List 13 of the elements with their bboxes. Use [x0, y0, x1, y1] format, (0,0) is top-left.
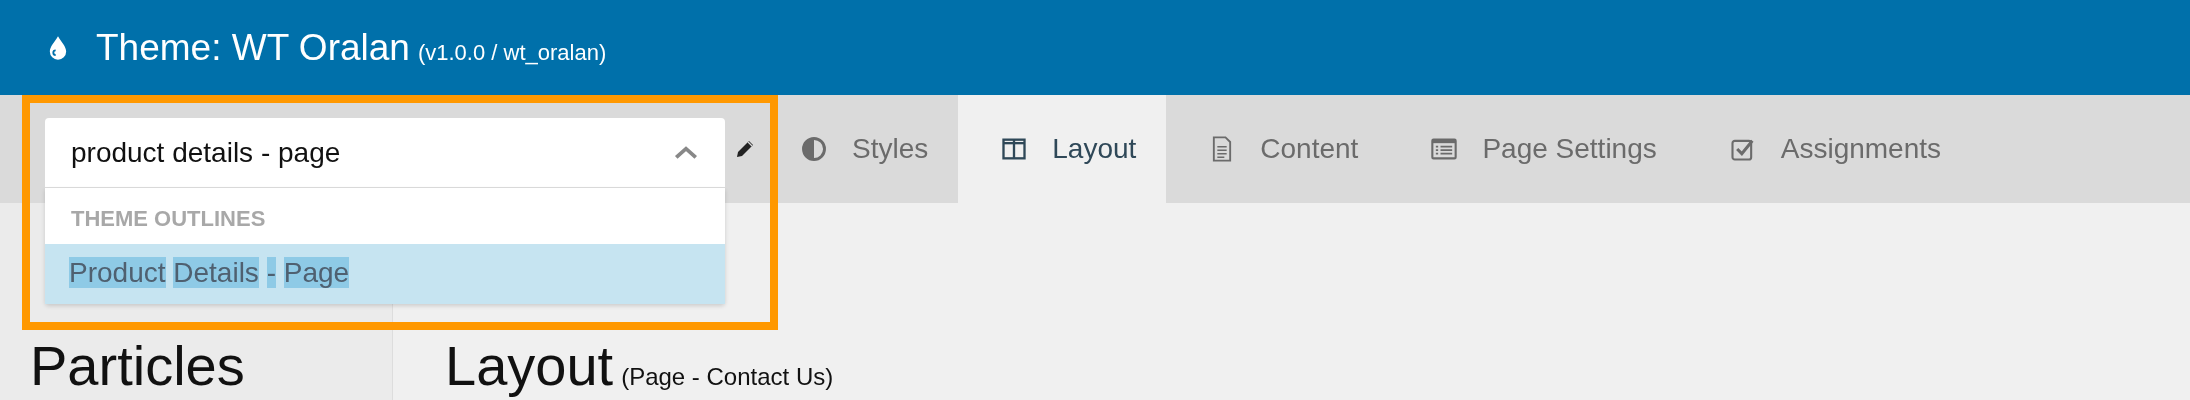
tab[interactable]: Styles — [758, 95, 959, 203]
sidebar-title: Particles — [30, 338, 246, 394]
tab[interactable]: Assignments — [1686, 95, 1972, 203]
outline-select[interactable]: product details - page — [45, 118, 725, 188]
group-label: THEME OUTLINES — [70, 205, 267, 233]
tab[interactable]: Layout — [958, 95, 1167, 203]
dropdown-option[interactable]: Product Details - Page — [45, 244, 725, 304]
version-label: (v1.0.0 / wt_oralan) — [417, 38, 607, 67]
tab[interactable]: Page Settings — [1388, 95, 1687, 203]
section-subtitle: (Page - Contact Us) — [621, 362, 834, 392]
page-title: Theme: WT Oralan — [96, 25, 410, 70]
half-circle-icon — [800, 135, 828, 163]
tab[interactable]: Content — [1166, 95, 1389, 203]
